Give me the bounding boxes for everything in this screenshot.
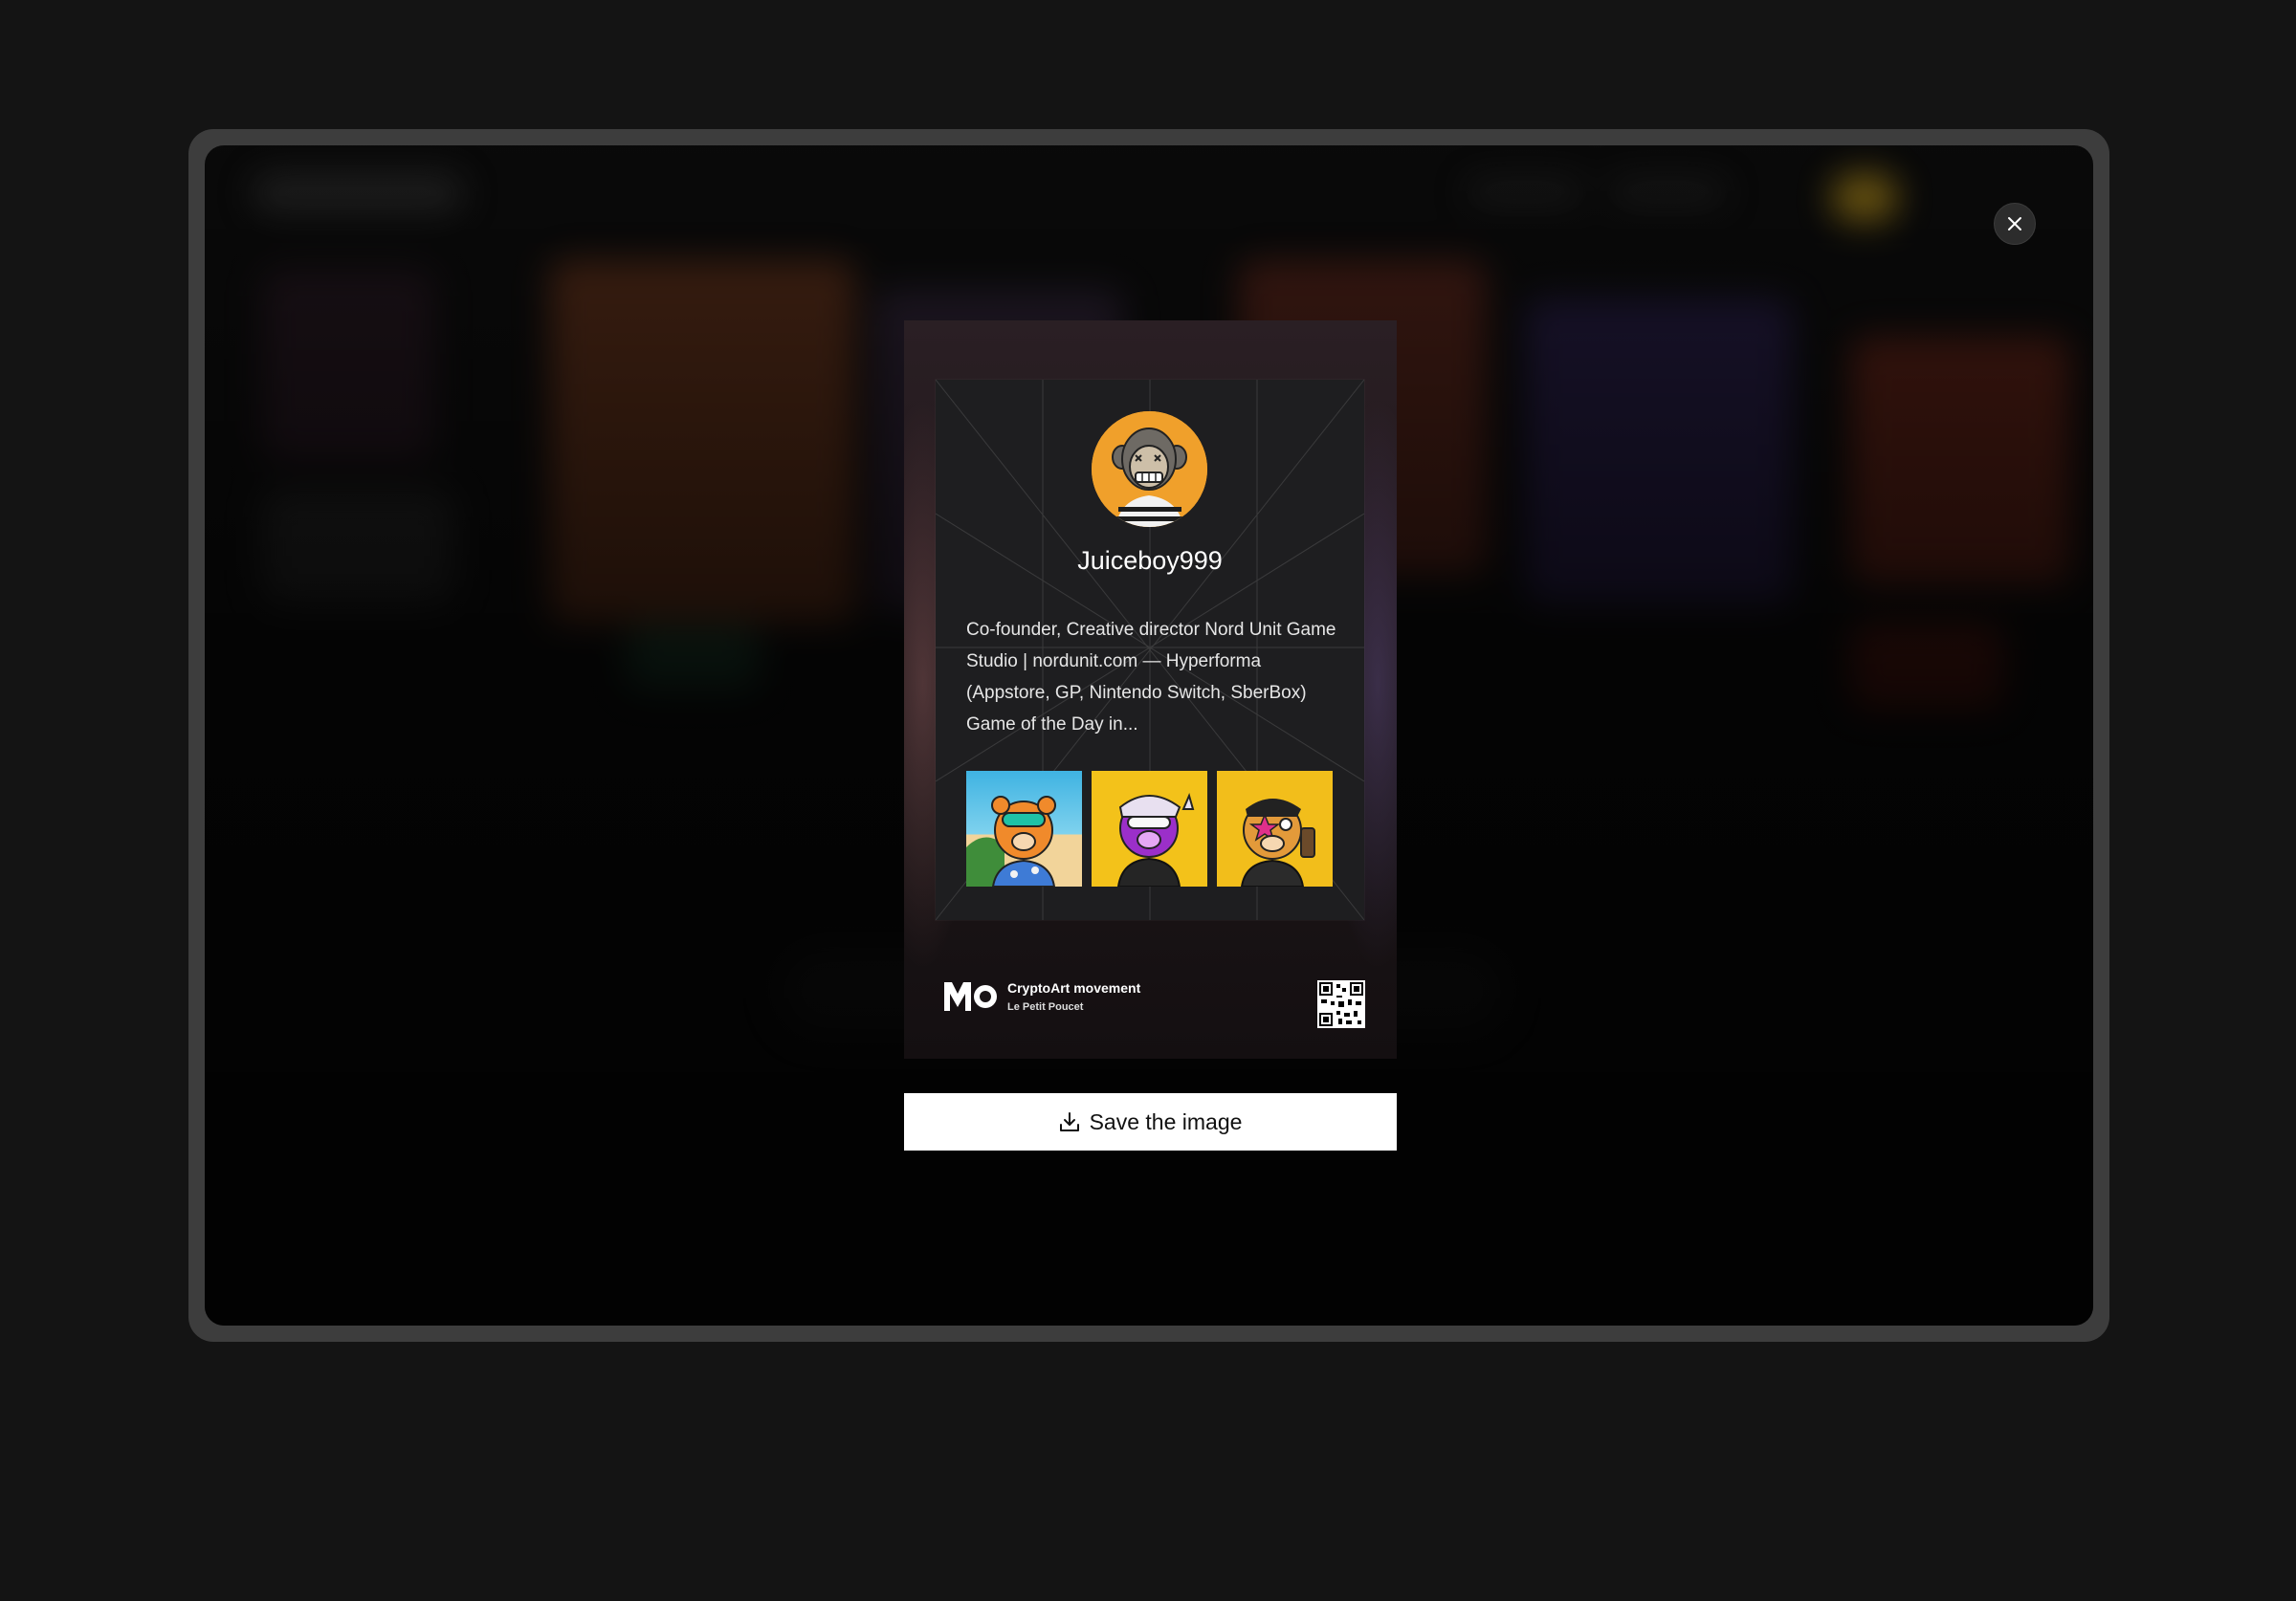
bear-nft-icon <box>1240 799 1315 887</box>
nft-gallery <box>966 771 1333 887</box>
brand-text: CryptoArt movement Le Petit Poucet <box>1007 980 1140 1013</box>
share-card: Juiceboy999 Co-founder, Creative directo… <box>904 320 1397 1059</box>
qr-code-icon <box>1317 980 1365 1028</box>
save-image-button[interactable]: Save the image <box>904 1093 1397 1151</box>
save-button-label: Save the image <box>1089 1108 1243 1134</box>
close-button[interactable] <box>1994 203 2036 245</box>
avatar <box>1092 411 1207 527</box>
profile-bio: Co-founder, Creative director Nord Unit … <box>966 620 1336 735</box>
close-icon <box>2008 217 2021 230</box>
nft-thumbnail[interactable] <box>966 771 1082 887</box>
nft-thumbnail[interactable] <box>1217 771 1333 887</box>
ape-avatar-icon <box>1092 411 1207 527</box>
brand-title: CryptoArt movement <box>1007 980 1141 996</box>
bear-nft-icon <box>966 796 1056 887</box>
download-icon <box>1059 1112 1079 1131</box>
username: Juiceboy999 <box>1077 546 1223 575</box>
bear-nft-icon <box>1116 793 1195 887</box>
mo-logo-icon <box>944 982 997 1011</box>
profile-panel: Juiceboy999 Co-founder, Creative directo… <box>936 380 1364 920</box>
nft-thumbnail[interactable] <box>1092 771 1207 887</box>
brand-subtitle: Le Petit Poucet <box>1007 1001 1084 1013</box>
card-footer: CryptoArt movement Le Petit Poucet <box>944 980 1140 1013</box>
